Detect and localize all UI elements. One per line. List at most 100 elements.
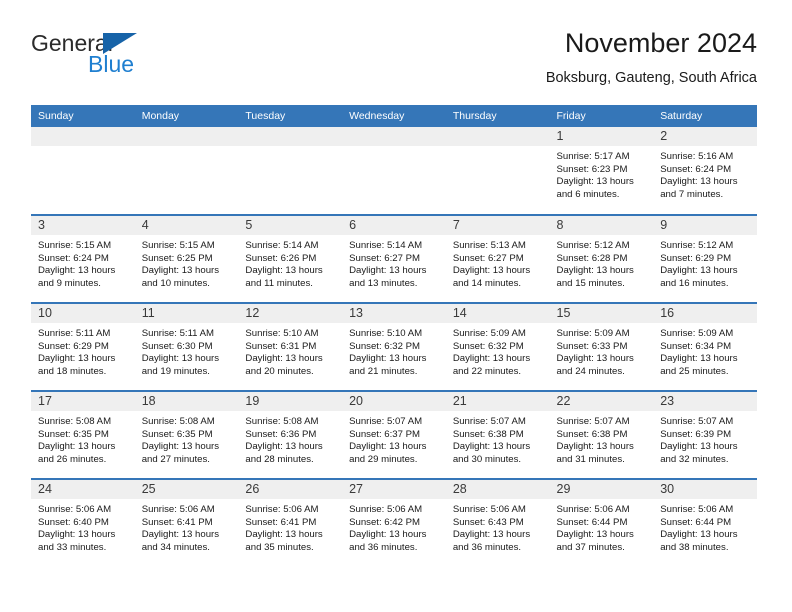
sunrise-text: Sunrise: 5:07 AM <box>452 416 526 427</box>
weekday-header-monday: Monday <box>134 105 239 127</box>
sunrise-text: Sunrise: 5:07 AM <box>660 416 734 427</box>
day-number: 29 <box>549 480 654 499</box>
sunset-text: Sunset: 6:33 PM <box>556 340 628 352</box>
calendar-day-cell[interactable]: 14 Sunrise: 5:09 AM Sunset: 6:32 PM Dayligh… <box>445 302 550 391</box>
calendar-day-cell[interactable]: 9 Sunrise: 5:12 AM Sunset: 6:29 PM Daylight… <box>653 214 757 303</box>
day-details: Sunrise: 5:14 AM Sunset: 6:26 PM Daylight:… <box>238 235 342 290</box>
calendar-day-cell[interactable]: 4 Sunrise: 5:15 AM Sunset: 6:25 PM Daylight… <box>134 214 239 303</box>
calendar-week-row: 24 Sunrise: 5:06 AM Sunset: 6:40 PM Dayligh… <box>31 478 757 567</box>
calendar-day-cell[interactable]: 30 Sunrise: 5:06 AM Sunset: 6:44 PM Dayligh… <box>653 478 757 567</box>
sunrise-text: Sunrise: 5:06 AM <box>38 504 112 515</box>
logo[interactable]: General Blue <box>31 30 241 86</box>
weekday-header-tuesday: Tuesday <box>238 105 343 127</box>
day-number: 15 <box>549 304 654 323</box>
calendar-day-cell[interactable]: 21 Sunrise: 5:07 AM Sunset: 6:38 PM Dayligh… <box>445 390 550 479</box>
sunset-text: Sunset: 6:28 PM <box>556 252 628 264</box>
daylight-text: Daylight: 13 hours and 37 minutes. <box>556 529 634 553</box>
day-number: 4 <box>134 216 239 235</box>
sunrise-text: Sunrise: 5:10 AM <box>245 328 319 339</box>
sunset-text: Sunset: 6:30 PM <box>141 340 213 352</box>
sunrise-text: Sunrise: 5:12 AM <box>556 240 630 251</box>
weekday-header-wednesday: Wednesday <box>342 105 446 127</box>
day-number: 25 <box>134 480 239 499</box>
sunrise-text: Sunrise: 5:17 AM <box>556 151 630 162</box>
calendar-day-cell[interactable]: 2 Sunrise: 5:16 AM Sunset: 6:24 PM Daylight… <box>653 127 757 215</box>
calendar-day-cell[interactable]: 5 Sunrise: 5:14 AM Sunset: 6:26 PM Daylight… <box>238 214 343 303</box>
calendar-day-cell[interactable]: 23 Sunrise: 5:07 AM Sunset: 6:39 PM Dayligh… <box>653 390 757 479</box>
sunset-text: Sunset: 6:38 PM <box>556 428 628 440</box>
sunrise-text: Sunrise: 5:14 AM <box>349 240 423 251</box>
day-details: Sunrise: 5:11 AM Sunset: 6:30 PM Daylight:… <box>135 323 239 378</box>
daylight-text: Daylight: 13 hours and 15 minutes. <box>556 265 634 289</box>
page-header: General Blue November 2024 Boksburg, Gau… <box>31 26 757 98</box>
day-number: 12 <box>238 304 343 323</box>
day-details: Sunrise: 5:16 AM Sunset: 6:24 PM Daylight:… <box>653 146 757 201</box>
day-number: 9 <box>653 216 757 235</box>
calendar-day-cell[interactable]: 15 Sunrise: 5:09 AM Sunset: 6:33 PM Dayligh… <box>549 302 654 391</box>
sunrise-text: Sunrise: 5:09 AM <box>660 328 734 339</box>
sunset-text: Sunset: 6:29 PM <box>38 340 109 352</box>
weekday-header-saturday: Saturday <box>653 105 757 127</box>
day-number: 2 <box>653 127 757 146</box>
day-number: 10 <box>31 304 135 323</box>
sunset-text: Sunset: 6:40 PM <box>38 516 109 528</box>
sunrise-text: Sunrise: 5:07 AM <box>349 416 423 427</box>
daylight-text: Daylight: 13 hours and 36 minutes. <box>452 529 531 553</box>
sunset-text: Sunset: 6:34 PM <box>660 340 732 352</box>
sunrise-text: Sunrise: 5:12 AM <box>660 240 734 251</box>
sunrise-text: Sunrise: 5:14 AM <box>245 240 319 251</box>
calendar-day-cell[interactable]: 28 Sunrise: 5:06 AM Sunset: 6:43 PM Dayligh… <box>445 478 550 567</box>
day-number: 24 <box>31 480 135 499</box>
day-number: 3 <box>31 216 135 235</box>
calendar-day-cell[interactable]: 27 Sunrise: 5:06 AM Sunset: 6:42 PM Dayligh… <box>342 478 446 567</box>
day-details: Sunrise: 5:07 AM Sunset: 6:38 PM Daylight:… <box>446 411 550 466</box>
daylight-text: Daylight: 13 hours and 9 minutes. <box>38 265 116 289</box>
day-number: 5 <box>238 216 343 235</box>
day-details: Sunrise: 5:09 AM Sunset: 6:34 PM Daylight:… <box>653 323 757 378</box>
calendar-day-cell[interactable]: 22 Sunrise: 5:07 AM Sunset: 6:38 PM Dayligh… <box>549 390 654 479</box>
day-number: 21 <box>445 392 550 411</box>
calendar-day-cell[interactable]: 24 Sunrise: 5:06 AM Sunset: 6:40 PM Dayligh… <box>31 478 135 567</box>
calendar-day-cell[interactable]: 20 Sunrise: 5:07 AM Sunset: 6:37 PM Dayligh… <box>342 390 446 479</box>
calendar-day-cell[interactable]: 13 Sunrise: 5:10 AM Sunset: 6:32 PM Dayligh… <box>342 302 446 391</box>
day-details: Sunrise: 5:06 AM Sunset: 6:42 PM Daylight:… <box>342 499 446 554</box>
sunrise-text: Sunrise: 5:13 AM <box>452 240 526 251</box>
sunrise-text: Sunrise: 5:07 AM <box>556 416 630 427</box>
sunrise-text: Sunrise: 5:09 AM <box>556 328 630 339</box>
sunset-text: Sunset: 6:24 PM <box>660 163 732 175</box>
calendar-day-cell[interactable]: 3 Sunrise: 5:15 AM Sunset: 6:24 PM Daylight… <box>31 214 135 303</box>
sunset-text: Sunset: 6:38 PM <box>452 428 524 440</box>
sunset-text: Sunset: 6:35 PM <box>141 428 213 440</box>
sunset-text: Sunset: 6:24 PM <box>38 252 109 264</box>
daylight-text: Daylight: 13 hours and 21 minutes. <box>349 353 427 377</box>
calendar-day-cell[interactable]: 25 Sunrise: 5:06 AM Sunset: 6:41 PM Dayligh… <box>134 478 239 567</box>
calendar-day-cell[interactable]: 1 Sunrise: 5:17 AM Sunset: 6:23 PM Daylight… <box>549 127 654 215</box>
page-title: November 2024 <box>564 28 757 58</box>
calendar-day-cell[interactable]: 6 Sunrise: 5:14 AM Sunset: 6:27 PM Daylight… <box>342 214 446 303</box>
calendar-day-cell[interactable]: 17 Sunrise: 5:08 AM Sunset: 6:35 PM Dayligh… <box>31 390 135 479</box>
calendar-day-cell[interactable]: 18 Sunrise: 5:08 AM Sunset: 6:35 PM Dayligh… <box>134 390 239 479</box>
calendar-day-cell[interactable]: 7 Sunrise: 5:13 AM Sunset: 6:27 PM Daylight… <box>445 214 550 303</box>
calendar-day-cell[interactable]: 11 Sunrise: 5:11 AM Sunset: 6:30 PM Dayligh… <box>134 302 239 391</box>
calendar-day-cell[interactable]: 19 Sunrise: 5:08 AM Sunset: 6:36 PM Dayligh… <box>238 390 343 479</box>
daylight-text: Daylight: 13 hours and 27 minutes. <box>141 441 220 465</box>
sunrise-text: Sunrise: 5:08 AM <box>38 416 112 427</box>
day-number: 26 <box>238 480 343 499</box>
calendar-day-cell[interactable]: 8 Sunrise: 5:12 AM Sunset: 6:28 PM Daylight… <box>549 214 654 303</box>
day-number <box>238 127 343 146</box>
day-details: Sunrise: 5:06 AM Sunset: 6:44 PM Daylight:… <box>550 499 654 554</box>
calendar-day-cell[interactable]: 10 Sunrise: 5:11 AM Sunset: 6:29 PM Dayligh… <box>31 302 135 391</box>
calendar-day-cell[interactable]: 26 Sunrise: 5:06 AM Sunset: 6:41 PM Dayligh… <box>238 478 343 567</box>
day-details <box>31 146 135 151</box>
calendar-day-cell[interactable]: 16 Sunrise: 5:09 AM Sunset: 6:34 PM Dayligh… <box>653 302 757 391</box>
sunset-text: Sunset: 6:23 PM <box>556 163 628 175</box>
daylight-text: Daylight: 13 hours and 14 minutes. <box>452 265 531 289</box>
daylight-text: Daylight: 13 hours and 38 minutes. <box>660 529 738 553</box>
day-number: 28 <box>445 480 550 499</box>
calendar-day-cell[interactable]: 29 Sunrise: 5:06 AM Sunset: 6:44 PM Dayligh… <box>549 478 654 567</box>
sunrise-text: Sunrise: 5:15 AM <box>141 240 215 251</box>
day-details: Sunrise: 5:09 AM Sunset: 6:32 PM Daylight:… <box>446 323 550 378</box>
daylight-text: Daylight: 13 hours and 34 minutes. <box>141 529 220 553</box>
sunset-text: Sunset: 6:29 PM <box>660 252 732 264</box>
calendar-day-cell[interactable]: 12 Sunrise: 5:10 AM Sunset: 6:31 PM Dayligh… <box>238 302 343 391</box>
